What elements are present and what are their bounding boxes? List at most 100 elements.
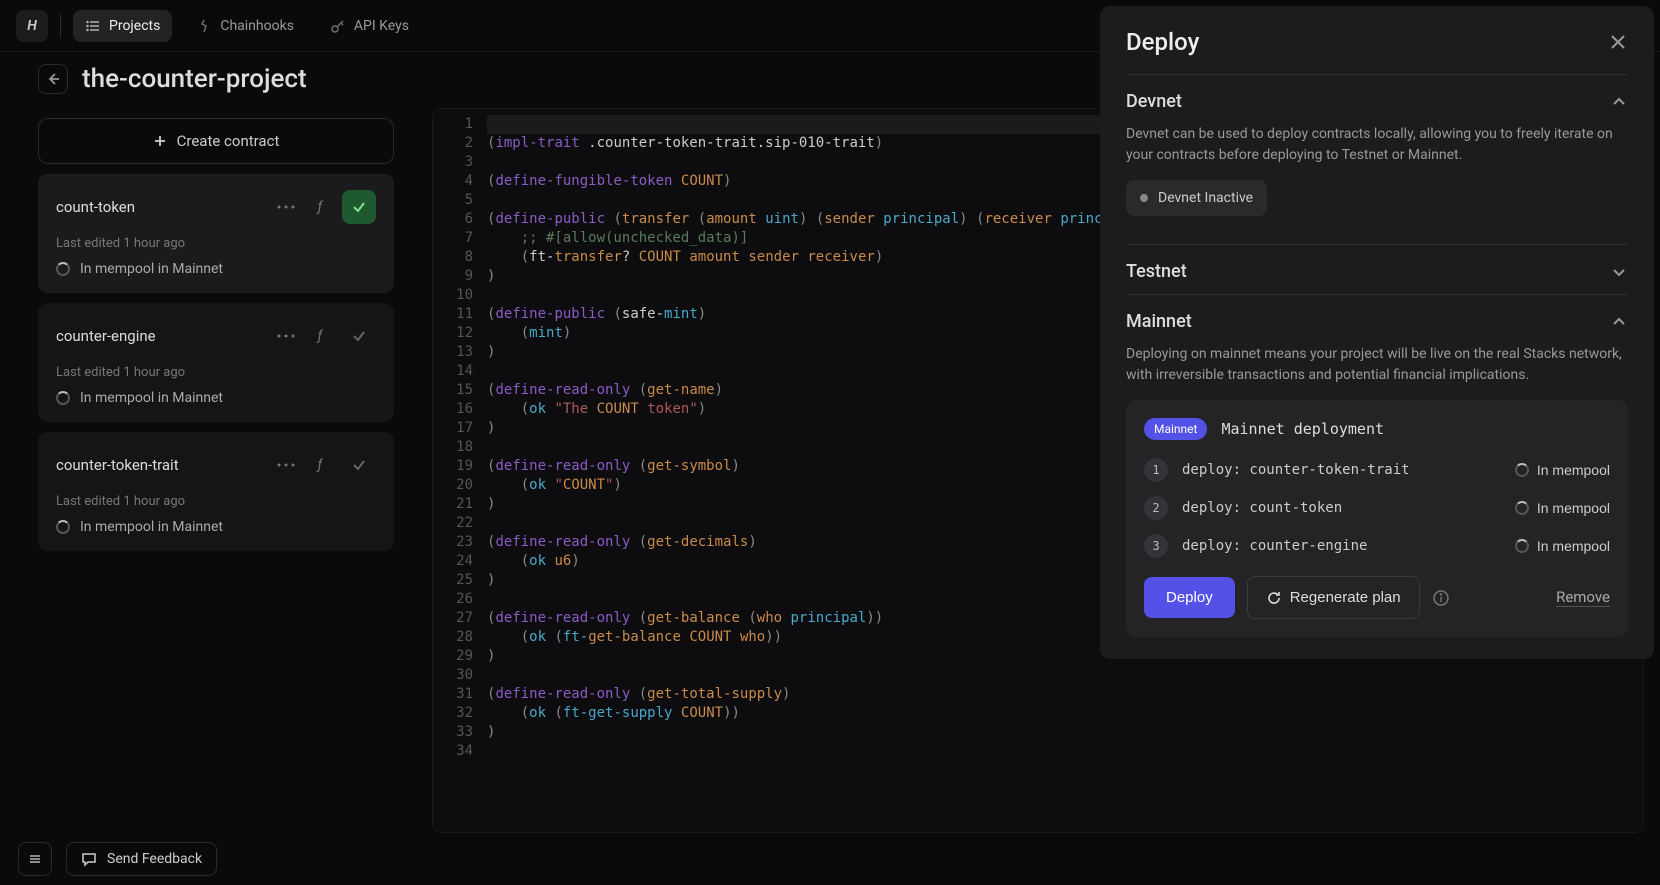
more-button[interactable] [274, 324, 298, 348]
mainnet-deployment-name: Mainnet deployment [1221, 420, 1384, 438]
chat-icon [81, 851, 97, 867]
hook-icon [196, 18, 212, 34]
nav-apikeys-label: API Keys [354, 18, 409, 34]
nav-apikeys[interactable]: API Keys [318, 10, 421, 42]
contract-name: counter-engine [56, 327, 264, 345]
contract-card[interactable]: count-token ƒ Last edited 1 hour ago In … [38, 174, 394, 293]
divider [1126, 244, 1628, 245]
function-button[interactable]: ƒ [308, 324, 332, 348]
mainnet-badge: Mainnet [1144, 418, 1207, 440]
function-icon: ƒ [318, 328, 323, 344]
close-button[interactable] [1608, 32, 1628, 52]
testnet-section-toggle[interactable]: Testnet [1126, 261, 1628, 282]
deploy-title: Deploy [1126, 28, 1199, 56]
step-number: 2 [1144, 496, 1168, 520]
step-label: deploy: count-token [1182, 500, 1501, 516]
spinner-icon [56, 391, 70, 405]
more-button[interactable] [274, 195, 298, 219]
close-icon [1608, 32, 1628, 52]
menu-button[interactable] [18, 842, 52, 876]
testnet-title: Testnet [1126, 261, 1187, 282]
brand-logo[interactable]: H [16, 10, 48, 42]
step-label: deploy: counter-token-trait [1182, 462, 1501, 478]
devnet-status-pill[interactable]: Devnet Inactive [1126, 180, 1267, 216]
list-icon [85, 18, 101, 34]
arrow-left-icon [45, 71, 61, 87]
nav-chainhooks[interactable]: Chainhooks [184, 10, 306, 42]
dots-icon [277, 205, 295, 209]
chevron-up-icon [1610, 313, 1628, 331]
footer: Send Feedback [0, 833, 235, 885]
devnet-status-label: Devnet Inactive [1158, 190, 1253, 206]
remove-button[interactable]: Remove [1556, 588, 1610, 607]
regenerate-plan-button[interactable]: Regenerate plan [1247, 576, 1420, 619]
deploy-step: 3 deploy: counter-engine In mempool [1144, 534, 1610, 558]
divider [1126, 294, 1628, 295]
line-gutter: 1234567891011121314151617181920212223242… [433, 115, 487, 761]
regenerate-plan-label: Regenerate plan [1290, 589, 1401, 606]
spinner-icon [1515, 539, 1529, 553]
key-icon [330, 18, 346, 34]
step-status-label: In mempool [1537, 500, 1610, 516]
contract-status: In mempool in Mainnet [80, 519, 223, 535]
nav-projects[interactable]: Projects [73, 10, 172, 42]
contract-card[interactable]: counter-engine ƒ Last edited 1 hour ago … [38, 303, 394, 422]
function-button[interactable]: ƒ [308, 453, 332, 477]
step-number: 1 [1144, 458, 1168, 482]
check-icon [351, 328, 367, 344]
status-dot-icon [1140, 194, 1148, 202]
nav-separator [60, 14, 61, 38]
deploy-step: 1 deploy: counter-token-trait In mempool [1144, 458, 1610, 482]
spinner-icon [1515, 463, 1529, 477]
chevron-down-icon [1610, 263, 1628, 281]
send-feedback-label: Send Feedback [107, 851, 202, 867]
dots-icon [277, 334, 295, 338]
refresh-icon [1266, 590, 1282, 606]
mainnet-deployment-box: Mainnet Mainnet deployment 1 deploy: cou… [1126, 400, 1628, 637]
status-indicator [342, 448, 376, 482]
nav-chainhooks-label: Chainhooks [220, 18, 294, 34]
spinner-icon [1515, 501, 1529, 515]
mainnet-section-toggle[interactable]: Mainnet [1126, 311, 1628, 332]
back-button[interactable] [38, 64, 68, 94]
contract-name: count-token [56, 198, 264, 216]
contract-edited: Last edited 1 hour ago [56, 365, 376, 380]
send-feedback-button[interactable]: Send Feedback [66, 842, 217, 876]
step-number: 3 [1144, 534, 1168, 558]
contract-card[interactable]: counter-token-trait ƒ Last edited 1 hour… [38, 432, 394, 551]
check-icon [351, 199, 367, 215]
plus-icon [153, 134, 167, 148]
create-contract-button[interactable]: Create contract [38, 118, 394, 164]
function-icon: ƒ [318, 199, 323, 215]
spinner-icon [56, 520, 70, 534]
mainnet-description: Deploying on mainnet means your project … [1126, 344, 1628, 386]
step-status-label: In mempool [1537, 538, 1610, 554]
info-icon[interactable] [1432, 589, 1450, 607]
nav-projects-label: Projects [109, 18, 160, 34]
step-status-label: In mempool [1537, 462, 1610, 478]
function-button[interactable]: ƒ [308, 195, 332, 219]
deploy-panel: Deploy Devnet Devnet can be used to depl… [1100, 6, 1654, 659]
devnet-title: Devnet [1126, 91, 1182, 112]
deploy-button[interactable]: Deploy [1144, 577, 1235, 618]
step-label: deploy: counter-engine [1182, 538, 1501, 554]
spinner-icon [56, 262, 70, 276]
status-indicator [342, 190, 376, 224]
deploy-step: 2 deploy: count-token In mempool [1144, 496, 1610, 520]
chevron-up-icon [1610, 93, 1628, 111]
contract-status: In mempool in Mainnet [80, 261, 223, 277]
divider [1126, 74, 1628, 75]
more-button[interactable] [274, 453, 298, 477]
contract-name: counter-token-trait [56, 456, 264, 474]
mainnet-title: Mainnet [1126, 311, 1192, 332]
contracts-sidebar: Create contract count-token ƒ Last edite… [0, 108, 432, 833]
function-icon: ƒ [318, 457, 323, 473]
contract-edited: Last edited 1 hour ago [56, 236, 376, 251]
create-contract-label: Create contract [177, 132, 280, 150]
devnet-section-toggle[interactable]: Devnet [1126, 91, 1628, 112]
menu-icon [27, 851, 43, 867]
project-title: the-counter-project [82, 64, 307, 94]
status-indicator [342, 319, 376, 353]
contract-status: In mempool in Mainnet [80, 390, 223, 406]
check-icon [351, 457, 367, 473]
